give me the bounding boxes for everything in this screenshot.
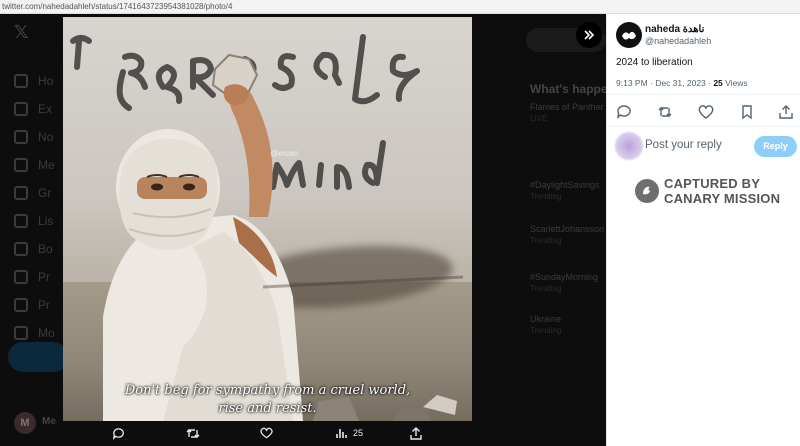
tweet-meta: 9:13 PM · Dec 31, 2023 · 25 Views bbox=[616, 78, 748, 88]
author-display-name[interactable]: naheda ناهدة bbox=[645, 24, 704, 35]
photo-subtitle-line-2: rise and resist. bbox=[218, 401, 317, 416]
mail-icon bbox=[14, 158, 28, 172]
sidebar-item-bookmarks: Bo bbox=[14, 240, 53, 258]
author-avatar[interactable] bbox=[616, 22, 642, 48]
trend-title: Flames of Panther bbox=[530, 102, 604, 112]
sidebar-item-home: Ho bbox=[14, 72, 53, 90]
photo-watermark: @ercan bbox=[270, 149, 299, 158]
grok-icon bbox=[14, 186, 28, 200]
media-action-bar: 25 bbox=[0, 420, 606, 446]
trend-title: #DaylightSavings bbox=[530, 180, 600, 190]
sidebar-item-messages: Me bbox=[14, 156, 55, 174]
repost-button[interactable] bbox=[186, 424, 200, 442]
x-icon bbox=[14, 270, 28, 284]
person-icon bbox=[14, 298, 28, 312]
views-button[interactable]: 25 bbox=[336, 424, 363, 442]
x-logo-icon: 𝕏 bbox=[14, 22, 29, 43]
heart-icon[interactable] bbox=[698, 104, 714, 120]
trend-sub: Trending bbox=[530, 284, 562, 293]
reply-icon bbox=[112, 427, 124, 440]
stamp-line-2: CANARY MISSION bbox=[664, 191, 781, 206]
views-count: 25 bbox=[353, 428, 364, 438]
tweet-text: 2024 to liberation bbox=[616, 57, 693, 68]
tweet-views-label: Views bbox=[722, 78, 748, 88]
sidebar-item-lists: Lis bbox=[14, 212, 53, 230]
post-button bbox=[8, 342, 68, 372]
reply-submit-button[interactable]: Reply bbox=[754, 136, 797, 157]
author-handle[interactable]: @nahedadahleh bbox=[645, 36, 711, 46]
bookmark-icon[interactable] bbox=[739, 104, 755, 120]
trend-sub: LIVE bbox=[530, 114, 548, 123]
trend-sub: Trending bbox=[530, 326, 562, 335]
double-chevron-right-icon bbox=[584, 30, 595, 40]
expand-panel-button[interactable] bbox=[576, 22, 602, 48]
sidebar-item-notifications: No bbox=[14, 128, 53, 146]
divider bbox=[607, 126, 800, 127]
tweet-photo[interactable]: @ercan Don't beg for sympathy from a cru… bbox=[63, 17, 472, 421]
bar-chart-icon bbox=[336, 428, 347, 438]
avatar-symbol-icon bbox=[622, 31, 636, 40]
sidebar-item-explore: Ex bbox=[14, 100, 52, 118]
share-button[interactable] bbox=[410, 424, 422, 442]
tweet-views-count: 25 bbox=[713, 78, 723, 88]
list-icon bbox=[14, 214, 28, 228]
canary-mission-stamp: CAPTURED BY CANARY MISSION bbox=[635, 176, 780, 206]
search-icon bbox=[14, 102, 28, 116]
photo-subtitle-line-1: Don't beg for sympathy from a cruel worl… bbox=[124, 383, 411, 398]
reply-button[interactable] bbox=[112, 424, 125, 442]
trend-sub: Trending bbox=[530, 236, 562, 245]
heart-icon bbox=[260, 427, 273, 439]
background-trends: What's happe Flames of Panther LIVE #Day… bbox=[474, 14, 608, 446]
sidebar-item-grok: Gr bbox=[14, 184, 51, 202]
trend-title: Ukraine bbox=[530, 314, 562, 324]
sidebar-item-more: Mo bbox=[14, 324, 55, 342]
trend-title: ScarlettJohansson bbox=[530, 224, 605, 234]
divider bbox=[607, 94, 800, 95]
tweet-detail-panel: naheda ناهدة @nahedadahleh 2024 to liber… bbox=[606, 14, 800, 446]
bookmark-icon bbox=[14, 242, 28, 256]
share-icon[interactable] bbox=[778, 104, 794, 120]
share-icon bbox=[410, 426, 422, 440]
like-button[interactable] bbox=[260, 424, 273, 442]
browser-url-bar[interactable]: twitter.com/nahedadahleh/status/17416437… bbox=[0, 0, 800, 14]
tweet-timestamp[interactable]: 9:13 PM · Dec 31, 2023 · bbox=[616, 78, 713, 88]
repost-icon bbox=[186, 428, 200, 438]
canary-bird-icon bbox=[635, 179, 659, 203]
bell-icon bbox=[14, 130, 28, 144]
sidebar-item-premium: Pr bbox=[14, 268, 50, 286]
trend-title: #SundayMorning bbox=[530, 272, 599, 282]
more-circle-icon bbox=[14, 326, 28, 340]
repost-icon[interactable] bbox=[657, 104, 673, 120]
sidebar-item-profile: Pr bbox=[14, 296, 50, 314]
url-text: twitter.com/nahedadahleh/status/17416437… bbox=[2, 2, 233, 11]
reply-input[interactable]: Post your reply bbox=[645, 139, 722, 151]
photo-scene bbox=[70, 34, 464, 421]
home-icon bbox=[14, 74, 28, 88]
trends-heading: What's happe bbox=[530, 82, 608, 96]
trend-sub: Trending bbox=[530, 192, 562, 201]
viewer-avatar bbox=[614, 131, 644, 161]
stamp-line-1: CAPTURED BY bbox=[664, 176, 761, 191]
reply-icon[interactable] bbox=[616, 104, 632, 120]
